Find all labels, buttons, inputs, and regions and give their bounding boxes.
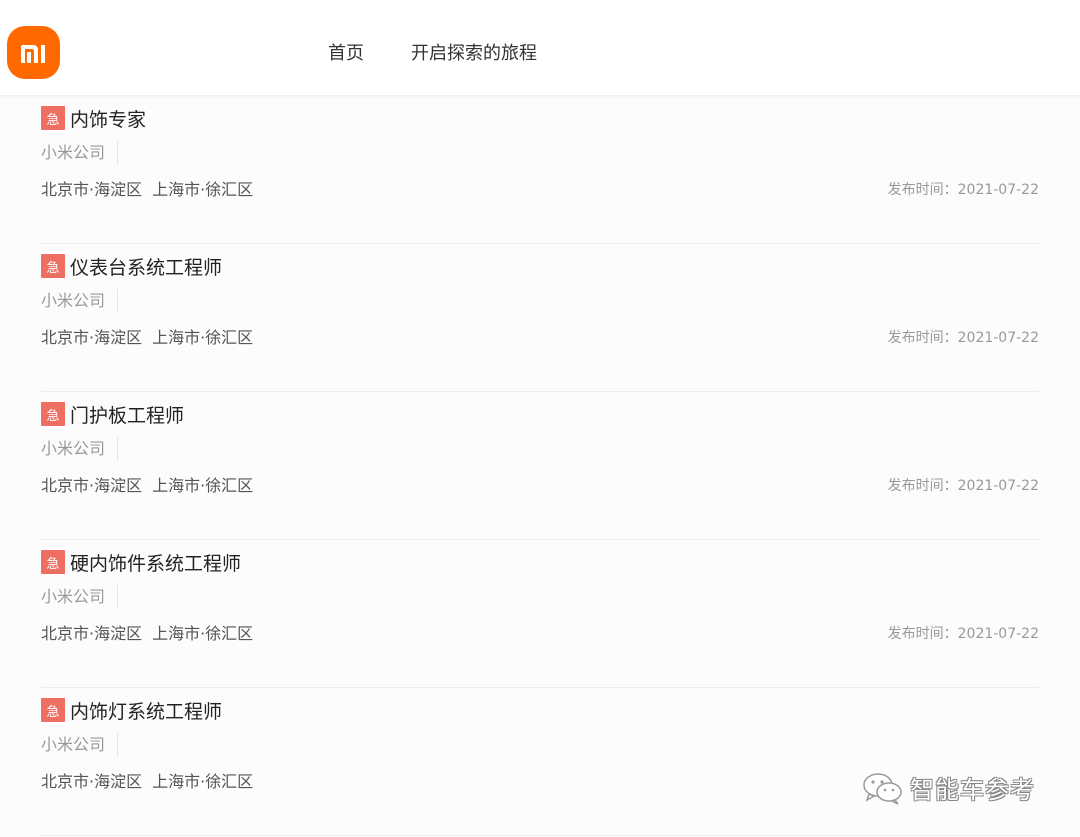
job-title-link[interactable]: 急 硬内饰件系统工程师 [41, 549, 241, 576]
job-title-link[interactable]: 急 门护板工程师 [41, 401, 184, 428]
job-locations: 北京市·海淀区 上海市·徐汇区 [41, 326, 253, 350]
location-shanghai: 上海市·徐汇区 [152, 328, 254, 347]
job-locations: 北京市·海淀区 上海市·徐汇区 [41, 770, 253, 794]
company-name: 小米公司 [41, 733, 119, 757]
location-beijing: 北京市·海淀区 [41, 624, 143, 643]
location-shanghai: 上海市·徐汇区 [152, 624, 254, 643]
publish-date: 发布时间：2021-07-22 [887, 330, 1039, 346]
nav-home[interactable]: 首页 [328, 42, 364, 66]
urgent-badge: 急 [41, 106, 65, 130]
job-locations: 北京市·海淀区 上海市·徐汇区 [41, 622, 253, 646]
job-title-link[interactable]: 急 仪表台系统工程师 [41, 253, 222, 280]
publish-date: 发布时间：2021-07-22 [887, 182, 1039, 198]
job-list: 急 内饰专家 小米公司 北京市·海淀区 上海市·徐汇区 发布时间：2021-07-… [41, 96, 1039, 836]
company-name: 小米公司 [41, 289, 119, 313]
job-title[interactable]: 内饰灯系统工程师 [70, 697, 222, 724]
job-locations: 北京市·海淀区 上海市·徐汇区 [41, 178, 253, 202]
job-item[interactable]: 急 硬内饰件系统工程师 小米公司 北京市·海淀区 上海市·徐汇区 发布时间：202… [41, 540, 1039, 688]
job-item[interactable]: 急 内饰灯系统工程师 小米公司 北京市·海淀区 上海市·徐汇区 [41, 688, 1039, 836]
publish-date: 发布时间：2021-07-22 [887, 626, 1039, 642]
wechat-icon [863, 772, 902, 805]
job-title[interactable]: 仪表台系统工程师 [70, 253, 222, 280]
location-shanghai: 上海市·徐汇区 [152, 476, 254, 495]
xiaomi-logo[interactable] [7, 26, 60, 79]
job-item[interactable]: 急 门护板工程师 小米公司 北京市·海淀区 上海市·徐汇区 发布时间：2021-0… [41, 392, 1039, 540]
company-name: 小米公司 [41, 141, 119, 165]
top-header: 首页 开启探索的旅程 [0, 0, 1080, 96]
urgent-badge: 急 [41, 254, 65, 278]
location-shanghai: 上海市·徐汇区 [152, 180, 254, 199]
watermark-text: 智能车参考 [910, 776, 1035, 804]
job-item[interactable]: 急 仪表台系统工程师 小米公司 北京市·海淀区 上海市·徐汇区 发布时间：2021… [41, 244, 1039, 392]
job-locations: 北京市·海淀区 上海市·徐汇区 [41, 474, 253, 498]
location-shanghai: 上海市·徐汇区 [152, 772, 254, 791]
company-name: 小米公司 [41, 437, 119, 461]
job-title[interactable]: 门护板工程师 [70, 401, 184, 428]
company-name: 小米公司 [41, 585, 119, 609]
job-title-link[interactable]: 急 内饰专家 [41, 105, 146, 132]
urgent-badge: 急 [41, 550, 65, 574]
location-beijing: 北京市·海淀区 [41, 328, 143, 347]
job-title[interactable]: 硬内饰件系统工程师 [70, 549, 241, 576]
urgent-badge: 急 [41, 402, 65, 426]
mi-logo-icon [20, 44, 45, 63]
location-beijing: 北京市·海淀区 [41, 476, 143, 495]
publish-date: 发布时间：2021-07-22 [887, 478, 1039, 494]
job-item[interactable]: 急 内饰专家 小米公司 北京市·海淀区 上海市·徐汇区 发布时间：2021-07-… [41, 96, 1039, 244]
urgent-badge: 急 [41, 698, 65, 722]
watermark: 智能车参考 [862, 770, 1035, 805]
job-title-link[interactable]: 急 内饰灯系统工程师 [41, 697, 222, 724]
nav-explore-journey[interactable]: 开启探索的旅程 [411, 42, 537, 66]
location-beijing: 北京市·海淀区 [41, 180, 143, 199]
location-beijing: 北京市·海淀区 [41, 772, 143, 791]
job-title[interactable]: 内饰专家 [70, 105, 146, 132]
